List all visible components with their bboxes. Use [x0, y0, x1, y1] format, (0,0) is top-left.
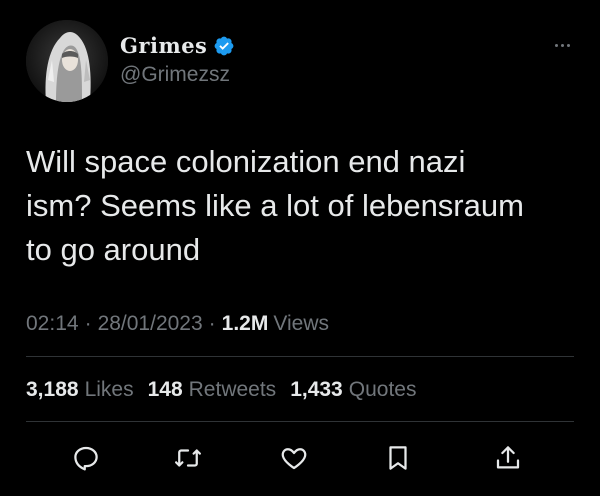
bookmark-icon — [389, 446, 407, 470]
tweet-text: Will space colonization end nazi ism? Se… — [26, 144, 524, 267]
quotes-label: Quotes — [348, 378, 417, 401]
views-count: 1.2M — [221, 312, 269, 335]
likes-label: Likes — [84, 378, 134, 401]
reply-button[interactable] — [66, 438, 106, 478]
retweet-icon — [175, 449, 201, 467]
retweets-stat[interactable]: 148 Retweets — [148, 378, 277, 402]
verified-badge-icon — [213, 35, 235, 57]
tweet-time[interactable]: 02:14 — [26, 312, 79, 336]
share-icon — [496, 446, 520, 469]
separator-dot: · — [208, 312, 216, 335]
views-label: Views — [273, 312, 329, 335]
retweet-button[interactable] — [168, 438, 208, 478]
avatar[interactable] — [26, 20, 108, 102]
like-button[interactable] — [274, 438, 314, 478]
reply-icon — [74, 446, 98, 471]
tweet-meta: 02:14 · 28/01/2023 · 1.2M Views — [26, 312, 329, 336]
name-row: Grimes — [120, 33, 235, 58]
user-handle[interactable]: @Grimezsz — [120, 63, 230, 87]
tweet-date[interactable]: 28/01/2023 — [98, 312, 203, 336]
separator-dot: · — [84, 312, 92, 335]
more-icon[interactable] — [548, 36, 576, 54]
display-name[interactable]: Grimes — [120, 33, 207, 58]
action-bar — [26, 438, 574, 478]
quotes-count: 1,433 — [290, 378, 343, 401]
bookmark-button[interactable] — [378, 438, 418, 478]
retweets-count: 148 — [147, 378, 183, 401]
engagement-stats: 3,188 Likes 148 Retweets 1,433 Quotes — [26, 378, 416, 402]
avatar-image — [26, 20, 108, 102]
quotes-stat[interactable]: 1,433 Quotes — [290, 378, 416, 402]
heart-icon — [281, 448, 307, 470]
divider — [26, 421, 574, 422]
divider — [26, 356, 574, 357]
likes-stat[interactable]: 3,188 Likes — [26, 378, 134, 402]
likes-count: 3,188 — [26, 378, 79, 401]
tweet-card: Grimes @Grimezsz Will space colonization… — [0, 0, 600, 496]
share-button[interactable] — [488, 438, 528, 478]
retweets-label: Retweets — [188, 378, 277, 401]
